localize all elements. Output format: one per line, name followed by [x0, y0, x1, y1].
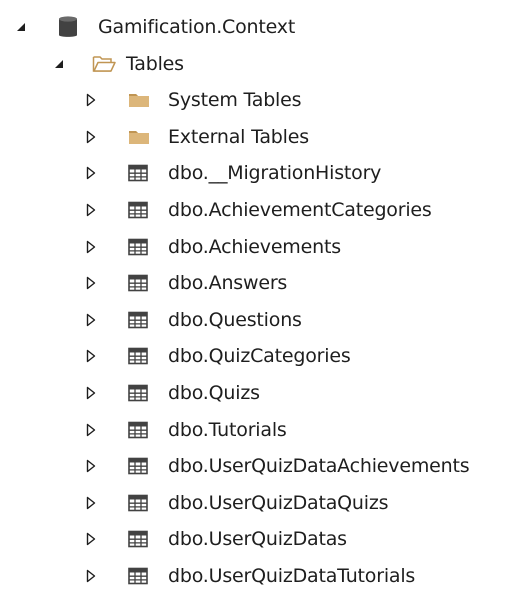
expand-arrow-icon[interactable] — [84, 569, 98, 583]
tree-node-label: Tables — [126, 52, 184, 75]
tree-node-label: dbo.__MigrationHistory — [168, 162, 382, 185]
tree-node-label: Gamification.Context — [98, 16, 296, 38]
table-icon — [128, 344, 148, 368]
tree-node-table-achievementcategories[interactable]: dbo.AchievementCategories — [0, 192, 518, 228]
tree-node-table-tutorials[interactable]: dbo.Tutorials — [0, 412, 518, 448]
tree-node-label: dbo.Questions — [168, 308, 302, 331]
table-icon — [128, 161, 148, 185]
tree-node-label: dbo.Answers — [168, 272, 288, 295]
expand-arrow-icon[interactable] — [84, 313, 98, 327]
tree-node-table-questions[interactable]: dbo.Questions — [0, 302, 518, 338]
expand-arrow-icon[interactable] — [84, 459, 98, 473]
tree-node-folder-tables[interactable]: Tables — [0, 46, 518, 82]
tree-node-label: dbo.UserQuizDataTutorials — [168, 565, 416, 587]
tree-node-label: dbo.QuizCategories — [168, 345, 351, 368]
tree-node-label: System Tables — [168, 89, 302, 112]
tree-node-table-achievements[interactable]: dbo.Achievements — [0, 229, 518, 265]
table-icon — [128, 308, 148, 332]
expand-arrow-icon[interactable] — [84, 93, 98, 107]
collapse-arrow-icon[interactable] — [52, 57, 66, 71]
tree-node-table-migrationhistory[interactable]: dbo.__MigrationHistory — [0, 155, 518, 191]
expand-arrow-icon[interactable] — [84, 349, 98, 363]
table-icon — [128, 235, 148, 259]
table-icon — [128, 418, 148, 442]
collapse-arrow-icon[interactable] — [14, 20, 28, 34]
folder-icon — [128, 125, 150, 149]
tree-node-table-quizs[interactable]: dbo.Quizs — [0, 375, 518, 411]
table-icon — [128, 564, 148, 588]
expand-arrow-icon[interactable] — [84, 130, 98, 144]
table-icon — [128, 381, 148, 405]
expand-arrow-icon[interactable] — [84, 276, 98, 290]
expand-arrow-icon[interactable] — [84, 386, 98, 400]
table-icon — [128, 454, 148, 478]
tree-node-label: External Tables — [168, 125, 309, 148]
tree-node-folder-external-tables[interactable]: External Tables — [0, 119, 518, 155]
tree-node-label: dbo.AchievementCategories — [168, 199, 432, 221]
tree-node-label: dbo.UserQuizDatas — [168, 528, 347, 551]
expand-arrow-icon[interactable] — [84, 423, 98, 437]
folder-open-icon — [92, 52, 116, 76]
expand-arrow-icon[interactable] — [84, 203, 98, 217]
tree-node-database-gamification-context[interactable]: Gamification.Context — [0, 9, 518, 45]
tree-node-label: dbo.UserQuizDataQuizs — [168, 491, 389, 514]
tree-node-folder-system-tables[interactable]: System Tables — [0, 82, 518, 118]
expand-arrow-icon[interactable] — [84, 532, 98, 546]
expand-arrow-icon[interactable] — [84, 240, 98, 254]
expand-arrow-icon[interactable] — [84, 496, 98, 510]
tree-node-table-answers[interactable]: dbo.Answers — [0, 265, 518, 301]
table-icon — [128, 198, 148, 222]
tree-node-label: dbo.Tutorials — [168, 418, 287, 441]
tree-node-label: dbo.Achievements — [168, 235, 341, 258]
folder-icon — [128, 88, 150, 112]
database-icon — [58, 15, 78, 39]
tree-node-table-userquizdataachievements[interactable]: dbo.UserQuizDataAchievements — [0, 448, 518, 484]
table-icon — [128, 527, 148, 551]
expand-arrow-icon[interactable] — [84, 166, 98, 180]
table-icon — [128, 271, 148, 295]
tree-node-table-userquizdatas[interactable]: dbo.UserQuizDatas — [0, 521, 518, 557]
tree-node-table-userquizdatatutorials[interactable]: dbo.UserQuizDataTutorials — [0, 558, 518, 594]
tree-node-label: dbo.UserQuizDataAchievements — [168, 455, 470, 478]
tree-node-table-quizcategories[interactable]: dbo.QuizCategories — [0, 338, 518, 374]
tree-node-table-userquizdataquizs[interactable]: dbo.UserQuizDataQuizs — [0, 485, 518, 521]
tree-node-label: dbo.Quizs — [168, 382, 260, 404]
table-icon — [128, 491, 148, 515]
